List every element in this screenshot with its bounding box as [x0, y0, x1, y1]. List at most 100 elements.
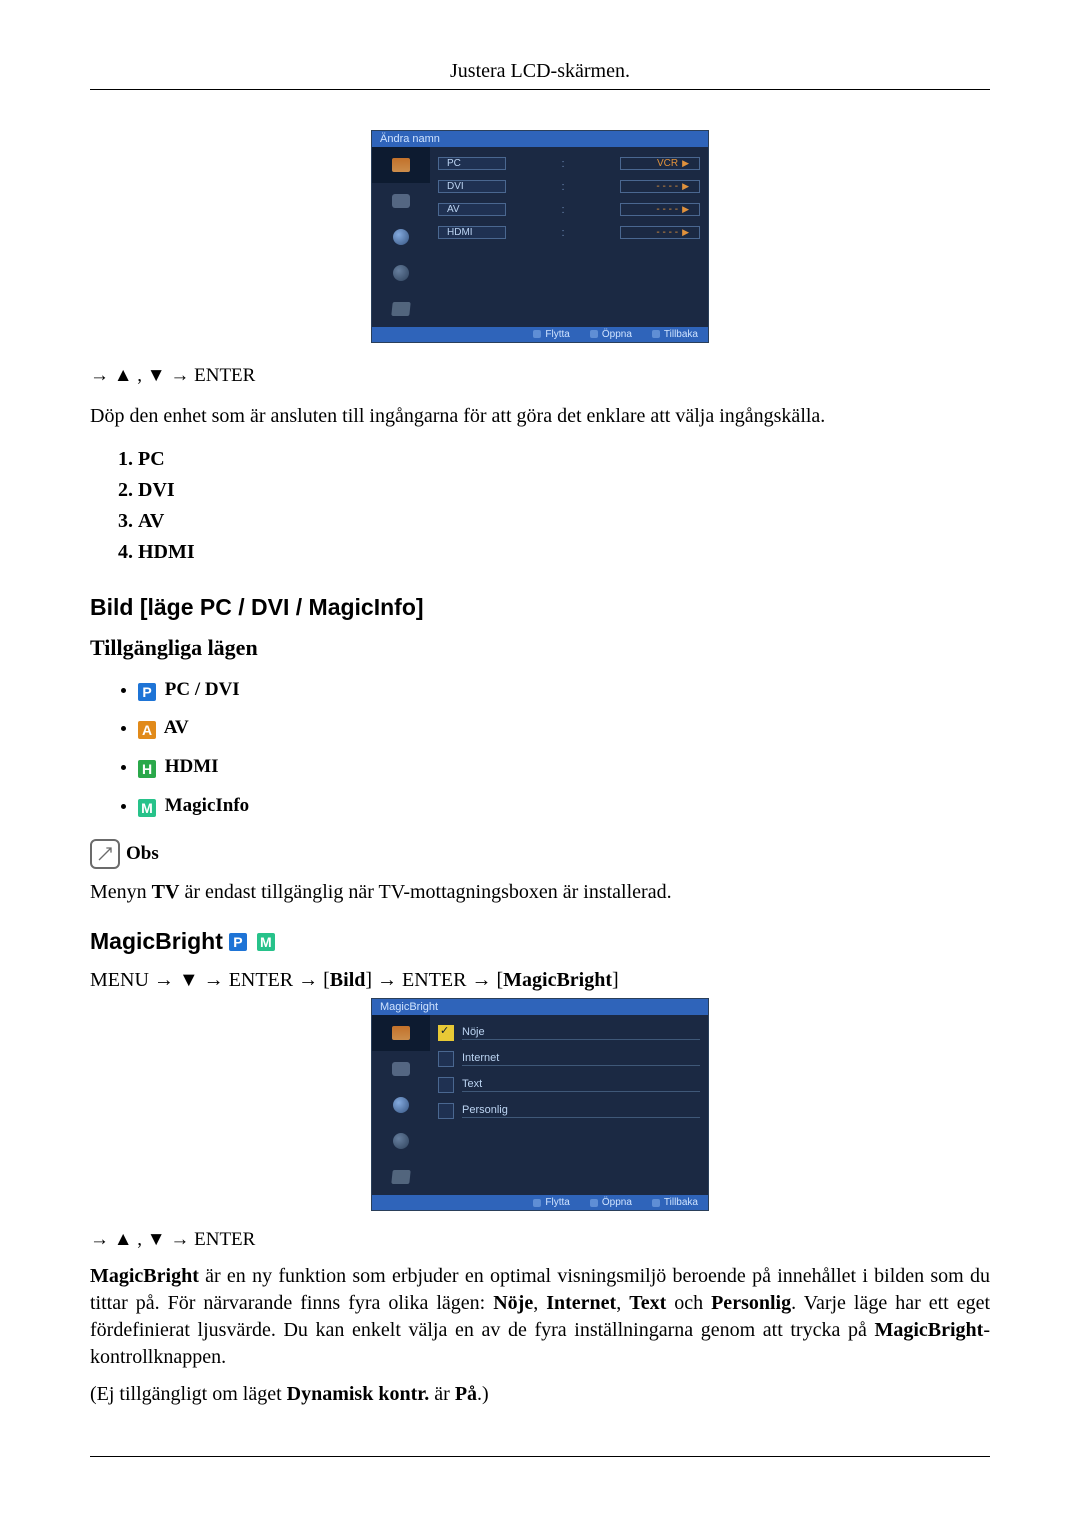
bold-text: Internet	[546, 1292, 616, 1314]
checkbox-icon	[438, 1103, 454, 1119]
setting-icon	[393, 265, 409, 281]
right-tri-icon: ▶	[682, 204, 689, 214]
mode-item: M MagicInfo	[138, 787, 990, 826]
picture-icon	[392, 158, 410, 172]
osd-row-value: VCR▶	[620, 157, 700, 170]
page-title: Justera LCD-skärmen.	[90, 60, 990, 83]
osd-foot-move: Flytta	[533, 329, 569, 340]
magicbright-note: (Ej tillgängligt om läget Dynamisk kontr…	[90, 1381, 990, 1408]
osd-rows: PC : VCR▶ DVI : - - - -▶ AV : - - - -▶	[430, 147, 708, 327]
osd-mb-body: Nöje Internet Text Personlig	[372, 1015, 708, 1195]
osd-row-label: HDMI	[438, 226, 506, 239]
osd-row-value: - - - -▶	[620, 226, 700, 239]
osd-side-icon	[372, 219, 430, 255]
osd-options: Nöje Internet Text Personlig	[430, 1015, 708, 1195]
obs-line: Obs	[90, 839, 990, 869]
osd-option: Personlig	[438, 1103, 700, 1119]
h-badge-icon: H	[138, 760, 156, 778]
header-rule	[90, 89, 990, 90]
option-label: Nöje	[462, 1026, 700, 1040]
m-badge-icon: M	[138, 799, 156, 817]
osd-row-value: - - - - ▶	[620, 180, 700, 193]
text: .)	[477, 1383, 489, 1405]
heading-text: MagicBright	[90, 928, 223, 955]
mode-label: MagicInfo	[165, 795, 249, 816]
osd-rename-body: PC : VCR▶ DVI : - - - -▶ AV : - - - -▶	[372, 147, 708, 327]
osd-foot-open: Öppna	[590, 329, 632, 340]
osd-option: Text	[438, 1077, 700, 1093]
document-page: Justera LCD-skärmen. Ändra namn PC : VCR…	[0, 0, 1080, 1527]
osd-side-icon	[372, 147, 430, 183]
section-heading-magicbright: MagicBright P M	[90, 928, 990, 955]
nav-part: MENU	[90, 969, 149, 991]
doc-icon	[391, 302, 410, 316]
note-icon	[90, 839, 120, 869]
input-item: DVI	[138, 475, 990, 506]
osd-side-icon	[372, 1015, 430, 1051]
osd-val-text: VCR	[657, 158, 678, 169]
osd-side-nav	[372, 147, 430, 327]
bold-text: MagicBright	[874, 1319, 983, 1341]
bold-text: TV	[152, 881, 180, 903]
osd-rename-wrap: Ändra namn PC : VCR▶ DVI	[90, 130, 990, 343]
obs-text: Menyn TV är endast tillgänglig när TV-mo…	[90, 879, 990, 906]
nav-part: ENTER	[229, 969, 293, 991]
rename-description: Döp den enhet som är ansluten till ingån…	[90, 403, 990, 430]
osd-footer: Flytta Öppna Tillbaka	[372, 1195, 708, 1210]
osd-mb-title: MagicBright	[372, 999, 708, 1015]
osd-foot-back: Tillbaka	[652, 329, 698, 340]
osd-row-value: - - - - ▶	[620, 203, 700, 216]
osd-foot-open: Öppna	[590, 1197, 632, 1208]
p-badge-icon: P	[138, 683, 156, 701]
doc-icon	[391, 1170, 410, 1184]
text: och	[666, 1292, 711, 1314]
checkbox-icon	[438, 1051, 454, 1067]
osd-row-label: AV	[438, 203, 506, 216]
osd-row-label: DVI	[438, 180, 506, 193]
obs-label: Obs	[126, 843, 159, 865]
mode-label: AV	[164, 717, 189, 738]
osd-side-icon	[372, 255, 430, 291]
nav-part-bold: MagicBright	[503, 969, 612, 991]
setting-icon	[393, 1133, 409, 1149]
input-item: PC	[138, 444, 990, 475]
osd-row-label: PC	[438, 157, 506, 170]
osd-val-text: - - - -	[656, 204, 678, 215]
osd-row: DVI : - - - -▶	[438, 180, 700, 193]
bold-text: Text	[629, 1292, 666, 1314]
nav-part: ENTER	[402, 969, 466, 991]
modes-heading: Tillgängliga lägen	[90, 635, 990, 661]
mode-item: P PC / DVI	[138, 671, 990, 710]
body-text: → ▲ , ▼ → ENTER Döp den enhet som är ans…	[90, 363, 990, 430]
osd-rename: Ändra namn PC : VCR▶ DVI	[371, 130, 709, 343]
bold-text: Nöje	[493, 1292, 533, 1314]
osd-val-text: - - - -	[656, 181, 678, 192]
osd-val-text: - - - -	[656, 227, 678, 238]
magicbright-description: MagicBright är en ny funktion som erbjud…	[90, 1263, 990, 1371]
setting-icon	[393, 229, 409, 245]
osd-magicbright-wrap: MagicBright Nöje Internet Text Personlig	[90, 998, 990, 1211]
option-label: Internet	[462, 1052, 700, 1066]
nav-line: → ▲ , ▼ → ENTER	[90, 363, 990, 389]
text: är	[429, 1383, 455, 1405]
sound-icon	[392, 1062, 410, 1076]
osd-row-sep: :	[512, 204, 614, 216]
p-badge-icon: P	[229, 933, 247, 951]
osd-side-icon	[372, 183, 430, 219]
osd-row-sep: :	[512, 158, 614, 170]
input-list: PC DVI AV HDMI	[90, 444, 990, 568]
osd-side-icon	[372, 1051, 430, 1087]
right-tri-icon: ▶	[682, 181, 689, 191]
osd-side-icon	[372, 291, 430, 327]
bold-text: Dynamisk kontr.	[287, 1383, 430, 1405]
check-icon	[438, 1025, 454, 1041]
setting-icon	[393, 1097, 409, 1113]
osd-side-icon	[372, 1159, 430, 1195]
osd-side-nav	[372, 1015, 430, 1195]
osd-option: Internet	[438, 1051, 700, 1067]
osd-row: HDMI : - - - -▶	[438, 226, 700, 239]
picture-icon	[392, 1026, 410, 1040]
osd-option: Nöje	[438, 1025, 700, 1041]
bold-text: MagicBright	[90, 1265, 199, 1287]
mode-label: HDMI	[165, 756, 219, 777]
